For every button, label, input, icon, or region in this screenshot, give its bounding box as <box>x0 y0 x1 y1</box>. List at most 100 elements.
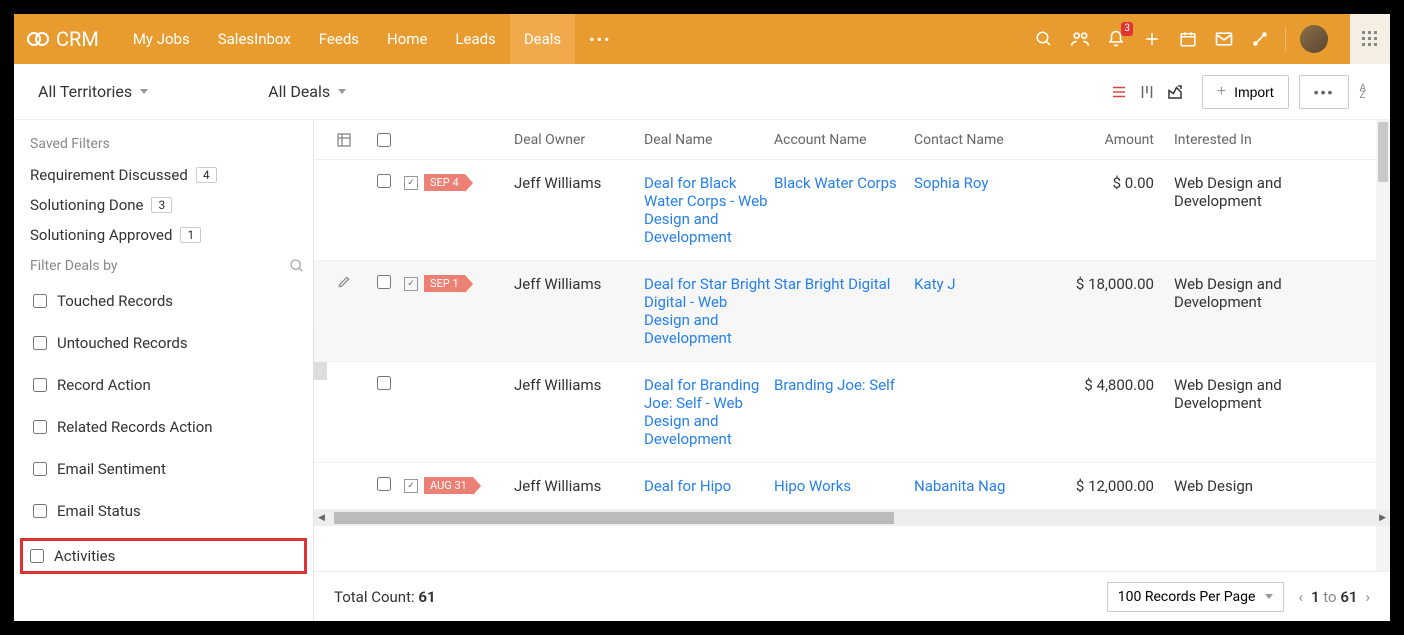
column-settings-icon[interactable] <box>324 132 364 148</box>
row-checkbox[interactable] <box>377 275 391 289</box>
saved-filters-title: Saved Filters <box>30 136 305 152</box>
cell-owner: Jeff Williams <box>514 477 644 495</box>
filter-activities[interactable]: Activities <box>20 538 307 574</box>
header-account[interactable]: Account Name <box>774 132 914 148</box>
filter-by-title: Filter Deals by <box>30 258 118 274</box>
filter-related-records-action[interactable]: Related Records Action <box>30 412 305 442</box>
select-all-checkbox[interactable] <box>377 133 391 147</box>
task-check-icon[interactable]: ✓ <box>404 176 418 190</box>
header-interest[interactable]: Interested In <box>1174 132 1314 148</box>
task-check-icon[interactable]: ✓ <box>404 277 418 291</box>
total-count-value: 61 <box>418 588 435 606</box>
territory-dropdown[interactable]: All Territories <box>38 82 148 101</box>
edit-row-icon[interactable] <box>324 275 364 289</box>
bell-icon[interactable]: 3 <box>1105 28 1127 50</box>
notif-badge: 3 <box>1121 22 1133 36</box>
header-deal[interactable]: Deal Name <box>644 132 774 148</box>
import-button[interactable]: + Import <box>1202 75 1289 109</box>
cell-deal-link[interactable]: Deal for Branding Joe: Self - Web Design… <box>644 376 759 448</box>
cell-account-link[interactable]: Star Bright Digital <box>774 275 890 293</box>
table-row[interactable]: ✓ SEP 4 Jeff WilliamsDeal for Black Water … <box>314 160 1390 261</box>
nav-my-jobs[interactable]: My Jobs <box>119 14 204 64</box>
saved-filter-item[interactable]: Solutioning Approved 1 <box>30 226 305 244</box>
table-row[interactable]: ✓ AUG 31 Jeff WilliamsDeal for Hipo Hipo Wo… <box>314 463 1390 510</box>
row-checkbox[interactable] <box>377 174 391 188</box>
filter-untouched-records[interactable]: Untouched Records <box>30 328 305 358</box>
cell-interest: Web Design and Development <box>1174 275 1314 311</box>
cell-amount: $ 18,000.00 <box>1054 275 1174 293</box>
tools-icon[interactable] <box>1249 28 1271 50</box>
footer: Total Count: 61 100 Records Per Page ‹ 1… <box>314 571 1390 621</box>
avatar[interactable] <box>1300 25 1328 53</box>
date-flag: AUG 31 <box>424 477 473 494</box>
table-row[interactable]: ✓ SEP 1 Jeff WilliamsDeal for Star Bright … <box>314 261 1390 362</box>
header-contact[interactable]: Contact Name <box>914 132 1054 148</box>
more-actions-button[interactable]: ••• <box>1299 75 1350 109</box>
cell-contact-link[interactable]: Katy J <box>914 275 956 293</box>
cell-amount: $ 12,000.00 <box>1054 477 1174 495</box>
nav-feeds[interactable]: Feeds <box>305 14 373 64</box>
kanban-view-icon[interactable] <box>1138 83 1156 101</box>
filter-email-sentiment[interactable]: Email Sentiment <box>30 454 305 484</box>
cell-account-link[interactable]: Black Water Corps <box>774 174 897 192</box>
date-flag: SEP 4 <box>424 174 465 191</box>
nav-salesinbox[interactable]: SalesInbox <box>204 14 305 64</box>
header-amount[interactable]: Amount <box>1054 132 1174 148</box>
vertical-scrollbar[interactable] <box>1376 120 1390 571</box>
nav-deals[interactable]: Deals <box>510 14 575 64</box>
saved-filter-item[interactable]: Solutioning Done 3 <box>30 196 305 214</box>
cell-deal-link[interactable]: Deal for Hipo <box>644 477 731 495</box>
date-flag: SEP 1 <box>424 275 465 292</box>
cell-amount: $ 4,800.00 <box>1054 376 1174 394</box>
cell-deal-link[interactable]: Deal for Black Water Corps - Web Design … <box>644 174 768 246</box>
cell-account-link[interactable]: Branding Joe: Self <box>774 376 895 394</box>
next-page-icon[interactable]: › <box>1365 588 1370 606</box>
calendar-icon[interactable] <box>1177 28 1199 50</box>
table-header: Deal Owner Deal Name Account Name Contac… <box>314 120 1390 160</box>
records-per-page-dropdown[interactable]: 100 Records Per Page <box>1107 582 1285 612</box>
topbar: CRM My Jobs SalesInbox Feeds Home Leads … <box>14 14 1390 64</box>
prev-page-icon[interactable]: ‹ <box>1298 588 1303 606</box>
cell-interest: Web Design and Development <box>1174 174 1314 210</box>
filter-touched-records[interactable]: Touched Records <box>30 286 305 316</box>
cell-owner: Jeff Williams <box>514 376 644 394</box>
nav-leads[interactable]: Leads <box>441 14 509 64</box>
contacts-icon[interactable] <box>1069 28 1091 50</box>
deals-filter-dropdown[interactable]: All Deals <box>268 82 346 101</box>
app-name: CRM <box>56 27 99 51</box>
cell-owner: Jeff Williams <box>514 174 644 192</box>
cell-owner: Jeff Williams <box>514 275 644 293</box>
table-row[interactable]: Jeff WilliamsDeal for Branding Joe: Self… <box>314 362 1390 463</box>
nav-home[interactable]: Home <box>373 14 441 64</box>
main-nav: My Jobs SalesInbox Feeds Home Leads Deal… <box>119 14 626 64</box>
task-check-icon[interactable]: ✓ <box>404 479 418 493</box>
search-icon[interactable] <box>1033 28 1055 50</box>
row-checkbox[interactable] <box>377 477 391 491</box>
cell-interest: Web Design <box>1174 477 1314 495</box>
cell-account-link[interactable]: Hipo Works <box>774 477 851 495</box>
toolbar: All Territories All Deals + Import ••• A… <box>14 64 1390 120</box>
sort-icon[interactable]: AZ <box>1359 85 1366 99</box>
cell-amount: $ 0.00 <box>1054 174 1174 192</box>
saved-filter-item[interactable]: Requirement Discussed 4 <box>30 166 305 184</box>
cell-deal-link[interactable]: Deal for Star Bright Digital - Web Desig… <box>644 275 770 347</box>
cell-contact-link[interactable]: Nabanita Nag <box>914 477 1005 495</box>
cell-interest: Web Design and Development <box>1174 376 1314 412</box>
filter-email-status[interactable]: Email Status <box>30 496 305 526</box>
filter-search-icon[interactable] <box>289 258 305 274</box>
logo[interactable]: CRM <box>26 27 99 51</box>
row-checkbox[interactable] <box>377 376 391 390</box>
logo-icon <box>26 27 50 51</box>
sidebar: Saved Filters Requirement Discussed 4 So… <box>14 120 314 621</box>
filter-record-action[interactable]: Record Action <box>30 370 305 400</box>
nav-more[interactable]: ••• <box>575 30 625 49</box>
apps-icon[interactable] <box>1350 14 1390 64</box>
cell-contact-link[interactable]: Sophia Roy <box>914 174 988 192</box>
chart-view-icon[interactable] <box>1166 83 1184 101</box>
total-count-label: Total Count: <box>334 588 415 606</box>
plus-icon[interactable] <box>1141 28 1163 50</box>
list-view-icon[interactable] <box>1110 83 1128 101</box>
header-owner[interactable]: Deal Owner <box>514 132 644 148</box>
horizontal-scrollbar[interactable]: ◀ ▶ <box>314 510 1390 526</box>
mail-icon[interactable] <box>1213 28 1235 50</box>
